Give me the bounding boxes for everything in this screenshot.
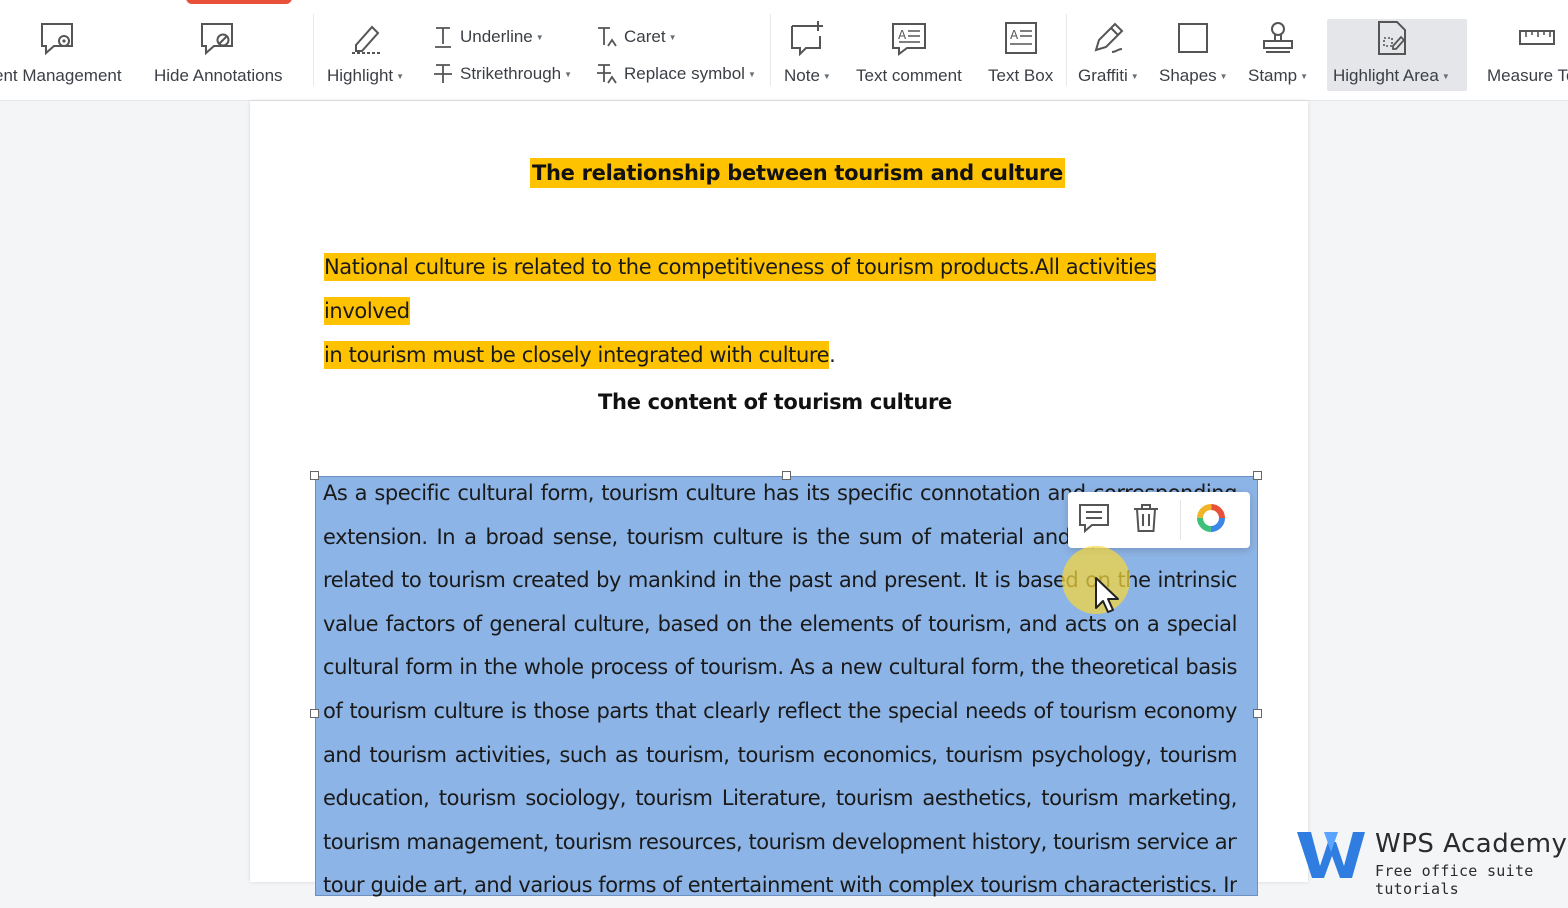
caret-down-icon: ▼ bbox=[1441, 71, 1450, 81]
ruler-icon bbox=[1517, 18, 1557, 58]
trash-icon bbox=[1132, 503, 1160, 538]
annotation-toolbar: ent Management Hide Annotations Highligh… bbox=[0, 0, 1568, 101]
stamp-button[interactable]: Stamp ▼ bbox=[1248, 18, 1308, 94]
mouse-pointer-icon bbox=[1094, 576, 1120, 621]
hide-annotations-label: Hide Annotations bbox=[154, 66, 283, 85]
underline-icon bbox=[430, 24, 456, 50]
highlighted-text-line-1: National culture is related to the compe… bbox=[324, 253, 1157, 325]
caret-down-icon: ▼ bbox=[535, 32, 544, 42]
measure-button[interactable]: Measure To bbox=[1487, 18, 1568, 94]
measure-label: Measure To bbox=[1487, 66, 1568, 85]
body-line: and tourism activities, such as tourism,… bbox=[323, 742, 1237, 767]
shapes-label: Shapes bbox=[1159, 66, 1217, 85]
strikethrough-label: Strikethrough bbox=[460, 64, 562, 83]
stamp-icon bbox=[1258, 18, 1298, 58]
pencil-icon bbox=[1088, 18, 1128, 58]
toolbar-separator bbox=[770, 14, 771, 86]
highlighted-text-line-2: in tourism must be closely integrated wi… bbox=[324, 341, 830, 369]
note-button[interactable]: Note ▼ bbox=[784, 18, 831, 94]
highlighted-paragraph[interactable]: National culture is related to the compe… bbox=[324, 245, 1244, 377]
body-line: of tourism culture is those parts that c… bbox=[323, 698, 1237, 723]
resize-handle-left[interactable] bbox=[310, 709, 319, 718]
caret-down-icon: ▼ bbox=[1130, 71, 1139, 81]
delete-annotation-button[interactable] bbox=[1120, 492, 1172, 548]
add-comment-button[interactable] bbox=[1068, 492, 1120, 548]
body-line: cultural form in the whole process of to… bbox=[323, 655, 1237, 680]
popup-divider bbox=[1180, 500, 1181, 540]
highlighted-tail: . bbox=[829, 343, 836, 367]
caret-down-icon: ▼ bbox=[747, 69, 756, 79]
comment-icon bbox=[1078, 503, 1110, 538]
section-title: The content of tourism culture bbox=[598, 390, 952, 414]
strikethrough-icon bbox=[430, 61, 456, 87]
comment-management-button[interactable]: ent Management bbox=[0, 18, 122, 94]
caret-down-icon: ▼ bbox=[396, 71, 405, 81]
caret-button[interactable]: Caret ▼ bbox=[594, 23, 677, 51]
top-accent-tab bbox=[186, 0, 292, 4]
highlight-button[interactable]: Highlight ▼ bbox=[327, 18, 404, 94]
highlight-label: Highlight bbox=[327, 66, 394, 85]
replace-symbol-button[interactable]: Replace symbol ▼ bbox=[594, 60, 756, 88]
underline-button[interactable]: Underline ▼ bbox=[430, 23, 544, 51]
replace-symbol-icon bbox=[594, 61, 620, 87]
comment-management-label: ent Management bbox=[0, 66, 122, 85]
rectangle-shape-icon bbox=[1173, 18, 1213, 58]
text-comment-label: Text comment bbox=[856, 66, 962, 85]
caret-down-icon: ▼ bbox=[668, 32, 677, 42]
replace-symbol-label: Replace symbol bbox=[624, 64, 745, 83]
caret-down-icon: ▼ bbox=[1300, 71, 1309, 81]
toolbar-separator bbox=[313, 14, 314, 86]
watermark-subtitle: Free office suite tutorials bbox=[1375, 862, 1534, 898]
document-title[interactable]: The relationship between tourism and cul… bbox=[530, 158, 1065, 188]
svg-text:A: A bbox=[898, 28, 907, 42]
caret-down-icon: ▼ bbox=[1219, 71, 1228, 81]
resize-handle-top-left[interactable] bbox=[310, 471, 319, 480]
resize-handle-right[interactable] bbox=[1253, 709, 1262, 718]
caret-insert-icon bbox=[594, 24, 620, 50]
graffiti-button[interactable]: Graffiti ▼ bbox=[1078, 18, 1139, 94]
underline-label: Underline bbox=[460, 27, 533, 46]
graffiti-label: Graffiti bbox=[1078, 66, 1128, 85]
shapes-button[interactable]: Shapes ▼ bbox=[1159, 18, 1228, 94]
annotation-context-popup bbox=[1068, 492, 1250, 548]
toolbar-separator bbox=[1066, 14, 1067, 86]
body-line: education, tourism sociology, tourism Li… bbox=[323, 786, 1237, 811]
text-box-button[interactable]: A Text Box bbox=[988, 18, 1053, 94]
hide-annotations-button[interactable]: Hide Annotations bbox=[154, 18, 283, 94]
color-wheel-icon bbox=[1196, 503, 1226, 538]
body-line: tourism management, tourism resources, t… bbox=[323, 829, 1237, 854]
text-box-label: Text Box bbox=[988, 66, 1054, 85]
comment-management-icon bbox=[38, 18, 78, 58]
hide-annotations-icon bbox=[198, 18, 238, 58]
text-box-icon: A bbox=[1001, 18, 1041, 58]
strikethrough-button[interactable]: Strikethrough ▼ bbox=[430, 60, 572, 88]
color-picker-button[interactable] bbox=[1191, 492, 1231, 548]
resize-handle-top[interactable] bbox=[782, 471, 791, 480]
body-line: tour guide art, and various forms of ent… bbox=[323, 873, 1237, 898]
highlight-area-icon bbox=[1371, 18, 1411, 58]
caret-down-icon: ▼ bbox=[822, 71, 831, 81]
highlight-area-label: Highlight Area bbox=[1333, 66, 1439, 85]
text-comment-button[interactable]: A Text comment bbox=[856, 18, 962, 94]
caret-down-icon: ▼ bbox=[564, 69, 573, 79]
note-label: Note bbox=[784, 66, 820, 85]
note-icon bbox=[787, 18, 827, 58]
caret-label: Caret bbox=[624, 27, 666, 46]
highlighter-icon bbox=[346, 18, 386, 58]
svg-text:A: A bbox=[1010, 28, 1019, 42]
resize-handle-top-right[interactable] bbox=[1253, 471, 1262, 480]
highlight-area-button[interactable]: Highlight Area ▼ bbox=[1333, 18, 1450, 94]
stamp-label: Stamp bbox=[1248, 66, 1298, 85]
text-comment-icon: A bbox=[889, 18, 929, 58]
watermark-title: WPS Academy bbox=[1375, 829, 1568, 859]
